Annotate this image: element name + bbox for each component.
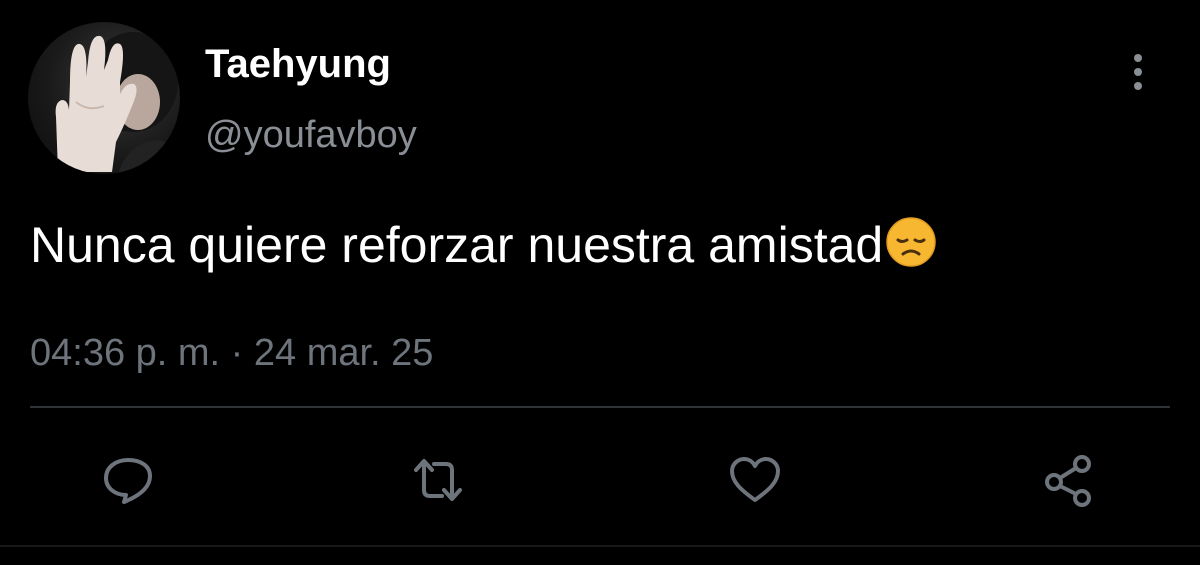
share-icon[interactable]	[1040, 452, 1096, 508]
reply-icon[interactable]	[100, 452, 156, 508]
tweet-card: Taehyung @youfavboy Nunca quiere reforza…	[0, 0, 1200, 565]
tweet-text: Nunca quiere reforzar nuestra amistad	[30, 214, 937, 276]
avatar[interactable]	[28, 22, 180, 174]
user-handle[interactable]: @youfavboy	[205, 112, 417, 158]
tweet-body: Nunca quiere reforzar nuestra amistad	[30, 217, 884, 273]
heart-icon[interactable]	[727, 452, 783, 508]
display-name[interactable]: Taehyung	[205, 40, 391, 88]
tweet-timestamp[interactable]: 04:36 p. m. · 24 mar. 25	[30, 330, 433, 376]
disappointed-face-emoji	[885, 216, 937, 268]
divider	[30, 406, 1170, 408]
avatar-image	[55, 32, 180, 174]
more-vertical-icon[interactable]	[1125, 52, 1151, 92]
bottom-divider	[0, 545, 1200, 547]
retweet-icon[interactable]	[410, 452, 466, 508]
